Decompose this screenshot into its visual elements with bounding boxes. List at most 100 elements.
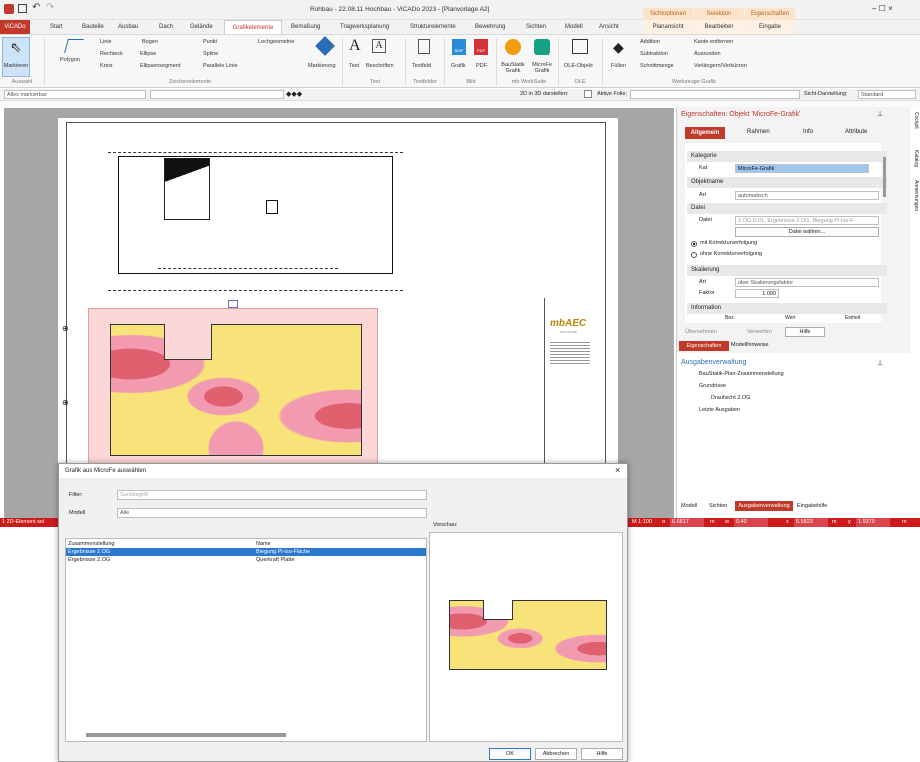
properties-scrollbar[interactable] (883, 157, 886, 197)
tree-item-letzte-ausgaben[interactable]: Letzte Ausgaben (699, 407, 740, 413)
fuellen-button[interactable]: Füllen (611, 63, 626, 69)
section-datei[interactable]: Datei (687, 203, 887, 214)
status-alpha[interactable]: 6.6817 (670, 518, 704, 527)
ctx-tab-sichtoptionen[interactable]: Sichtoptionen (643, 8, 693, 20)
status-scale[interactable]: M 1:100 (632, 518, 652, 527)
tab-modell[interactable]: Modell (681, 503, 697, 509)
tab-vicado[interactable]: ViCADo (0, 20, 30, 34)
polygon-button[interactable]: Polygon (60, 57, 80, 63)
section-objektname[interactable]: Objektname (687, 177, 887, 188)
kante-entfernen-button[interactable]: Kante entfernen (694, 39, 733, 45)
tab-strukturelemente[interactable]: Strukturelemente (410, 20, 456, 34)
tab-start[interactable]: Start (50, 20, 63, 34)
save-icon[interactable] (18, 4, 27, 13)
col-zusammenstellung[interactable]: Zusammenstellung (68, 541, 114, 547)
skal-art-select[interactable]: über Skalierungsfaktor (735, 278, 879, 287)
col-name[interactable]: Name (256, 541, 271, 547)
ellipse-button[interactable]: Ellipse (140, 51, 156, 57)
uebernehmen-button[interactable]: Übernehmen (685, 329, 717, 335)
tab-allgemein[interactable]: Allgemein (685, 127, 725, 139)
tab-bauteile[interactable]: Bauteile (82, 20, 104, 34)
tab-tragwerksplanung[interactable]: Tragwerksplanung (340, 20, 389, 34)
list-hscroll[interactable] (86, 733, 286, 737)
tab-bemassung[interactable]: Bemaßung (291, 20, 320, 34)
verwerfen-button[interactable]: Verwerfen (747, 329, 772, 335)
selection-filter-select[interactable]: Alles markierbar (4, 90, 146, 99)
sicht-darstellung-select[interactable]: Standard (858, 90, 916, 99)
parallele-linie-button[interactable]: Parallele Linie (203, 63, 238, 69)
ctx-tab-eigenschaften[interactable]: Eigenschaften (745, 8, 795, 20)
filter-input[interactable]: Suchbegriff (117, 490, 427, 500)
side-tab-anmerkungen[interactable]: Anmerkungen (911, 180, 919, 211)
tab-grafikelemente[interactable]: Grafikelemente (224, 20, 282, 34)
verlaengern-button[interactable]: Verlängern/Verkürzen (694, 63, 747, 69)
view-icons[interactable]: ◆◆◆ (286, 90, 302, 98)
tab-modellhinweise[interactable]: Modellhinweise (731, 342, 769, 348)
beschriften-button[interactable]: Beschriften (366, 63, 394, 69)
tab-ausgabenverwaltung[interactable]: Ausgabenverwaltung (735, 501, 793, 511)
art-select[interactable]: automatisch (735, 191, 879, 200)
datei-waehlen-button[interactable]: Datei wählen... (735, 227, 879, 237)
layer-select[interactable] (150, 90, 284, 99)
lochgeometrie-button[interactable]: Lochgeometrie (258, 39, 294, 45)
status-x[interactable]: 6.5823 (794, 518, 828, 527)
pdf-button[interactable]: PDF (476, 63, 487, 69)
undo-icon[interactable]: ↶ (32, 2, 40, 13)
hilfe-button[interactable]: Hilfe (785, 327, 825, 337)
bogen-button[interactable]: Bogen (142, 39, 158, 45)
ausrunden-button[interactable]: Ausrunden (694, 51, 721, 57)
tab-bearbeiten[interactable]: Bearbeiten (694, 20, 744, 34)
baustatik-grafik-button[interactable]: BauStatik Grafik (500, 62, 526, 74)
tab-dach[interactable]: Dach (159, 20, 173, 34)
linie-button[interactable]: Linie (100, 39, 112, 45)
pin-icon[interactable]: ⊥ (877, 110, 883, 118)
section-kategorie[interactable]: Kategorie (687, 151, 887, 162)
markierung-icon[interactable] (315, 36, 335, 56)
textfeld-button[interactable]: Textfeld (412, 63, 431, 69)
grafik-button[interactable]: Grafik (451, 63, 466, 69)
ok-button[interactable]: OK (489, 748, 531, 760)
punkt-button[interactable]: Punkt (203, 39, 217, 45)
radio-mit[interactable] (691, 241, 697, 247)
tree-item-grundrisse[interactable]: Grundrisse (699, 383, 726, 389)
tab-attribute[interactable]: Attribute (845, 129, 867, 135)
tab-eigenschaften[interactable]: Eigenschaften (679, 341, 729, 351)
redo-icon[interactable]: ↷ (46, 2, 54, 13)
section-skalierung[interactable]: Skalierung (687, 265, 887, 276)
ausgaben-pin-icon[interactable]: ⊥ (877, 359, 883, 367)
tab-ansicht[interactable]: Ansicht (599, 20, 619, 34)
dialog-close-icon[interactable]: × (615, 465, 620, 475)
tree-item-draufsicht[interactable]: Draufsicht 2.OG (711, 395, 750, 401)
tab-ausbau[interactable]: Ausbau (118, 20, 138, 34)
tab-eingabe[interactable]: Eingabe (745, 20, 795, 34)
tab-modell[interactable]: Modell (565, 20, 583, 34)
side-tab-katalog[interactable]: Katalog (911, 150, 919, 167)
abbrechen-button[interactable]: Abbrechen (535, 748, 577, 760)
tab-gelaende[interactable]: Gelände (190, 20, 213, 34)
tab-bewehrung[interactable]: Bewehrung (475, 20, 505, 34)
polygon-icon[interactable] (64, 39, 84, 53)
result-list[interactable]: Zusammenstellung Name Ergebnisse 2.OG Bi… (65, 538, 427, 742)
faktor-input[interactable]: 1.000 (735, 289, 779, 298)
text-button[interactable]: Text (349, 63, 359, 69)
subtraktion-button[interactable]: Subtraktion (640, 51, 668, 57)
rechteck-button[interactable]: Rechteck (100, 51, 123, 57)
tab-rahmen[interactable]: Rahmen (747, 129, 770, 135)
ctx-tab-selektion[interactable]: Selektion (694, 8, 744, 20)
side-tab-cockpit[interactable]: Cockpit (911, 112, 919, 129)
microfe-grafik-button[interactable]: MicroFe Grafik (529, 62, 555, 74)
table-row[interactable] (66, 548, 426, 556)
spline-button[interactable]: Spline (203, 51, 218, 57)
radio-ohne[interactable] (691, 252, 697, 258)
addition-button[interactable]: Addition (640, 39, 660, 45)
tab-info[interactable]: Info (803, 129, 813, 135)
d2in3d-checkbox[interactable] (584, 90, 592, 98)
drawing-canvas[interactable]: mbAEC SOFTWARE ⊕ ⊕ (4, 108, 674, 518)
tab-planansicht[interactable]: Planansicht (643, 20, 693, 34)
tree-item-baustatik[interactable]: BauStatik-Plan-Zusammenstellung (699, 371, 784, 377)
window-controls[interactable]: – ☐ × (872, 4, 893, 13)
aktive-folie-select[interactable] (630, 90, 800, 99)
ole-objekt-button[interactable]: OLE-Objekt (564, 63, 593, 69)
schnittmenge-button[interactable]: Schnittmenge (640, 63, 674, 69)
markierung-button[interactable]: Markierung (308, 63, 336, 69)
